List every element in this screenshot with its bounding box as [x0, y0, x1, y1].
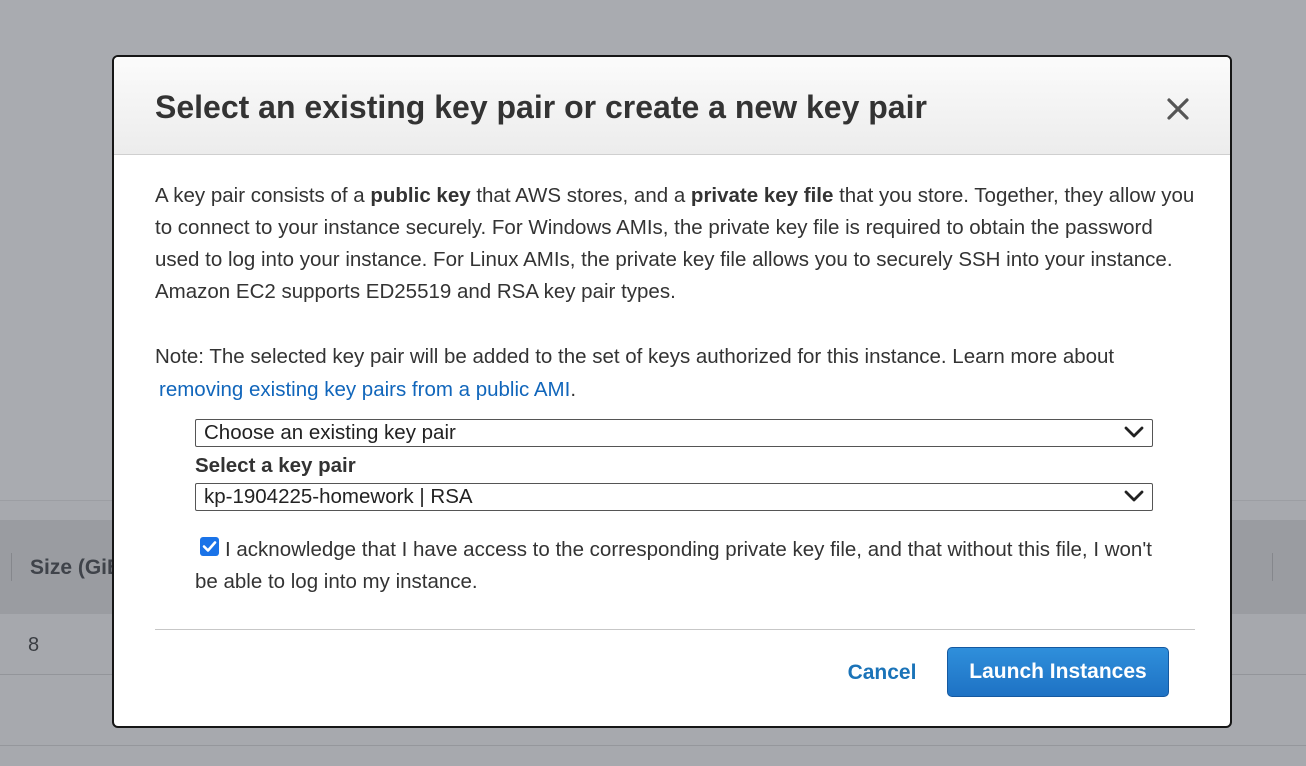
acknowledge-label: I acknowledge that I have access to the …	[195, 538, 1152, 593]
chevron-down-icon	[1124, 426, 1144, 438]
acknowledge-checkbox[interactable]	[200, 537, 219, 556]
modal-description: A key pair consists of a public key that…	[155, 180, 1195, 308]
remove-key-pairs-link[interactable]: removing existing key pairs from a publi…	[159, 378, 570, 401]
close-button[interactable]	[1164, 95, 1192, 123]
key-pair-mode-select[interactable]: Choose an existing key pair	[195, 419, 1153, 447]
footer-divider	[155, 629, 1195, 630]
cancel-button[interactable]: Cancel	[836, 657, 928, 689]
modal-header: Select an existing key pair or create a …	[114, 57, 1230, 155]
key-pair-value: kp-1904225-homework | RSA	[204, 485, 473, 508]
note-period: .	[570, 378, 577, 401]
description-bold-private-key: private key file	[690, 184, 834, 207]
background-table-cell-size: 8	[28, 634, 40, 656]
launch-instances-button[interactable]: Launch Instances	[947, 647, 1169, 697]
modal-note: Note: The selected key pair will be adde…	[155, 340, 1195, 406]
description-text: A key pair consists of a	[155, 184, 371, 207]
description-bold-public-key: public key	[370, 184, 471, 207]
close-icon	[1167, 98, 1189, 120]
key-pair-select[interactable]: kp-1904225-homework | RSA	[195, 483, 1153, 511]
chevron-down-icon	[1124, 490, 1144, 502]
description-text: that AWS stores, and a	[470, 184, 691, 207]
background-column-header-size: Size (GiB)	[30, 556, 112, 579]
modal-title: Select an existing key pair or create a …	[155, 89, 927, 125]
background-column-divider	[1272, 553, 1273, 581]
note-text: Note: The selected key pair will be adde…	[155, 345, 1115, 368]
background-column-divider	[11, 553, 12, 581]
checkmark-icon	[202, 541, 217, 552]
key-pair-modal: Select an existing key pair or create a …	[112, 55, 1232, 728]
key-pair-mode-value: Choose an existing key pair	[204, 421, 456, 444]
select-key-pair-label: Select a key pair	[195, 454, 356, 477]
